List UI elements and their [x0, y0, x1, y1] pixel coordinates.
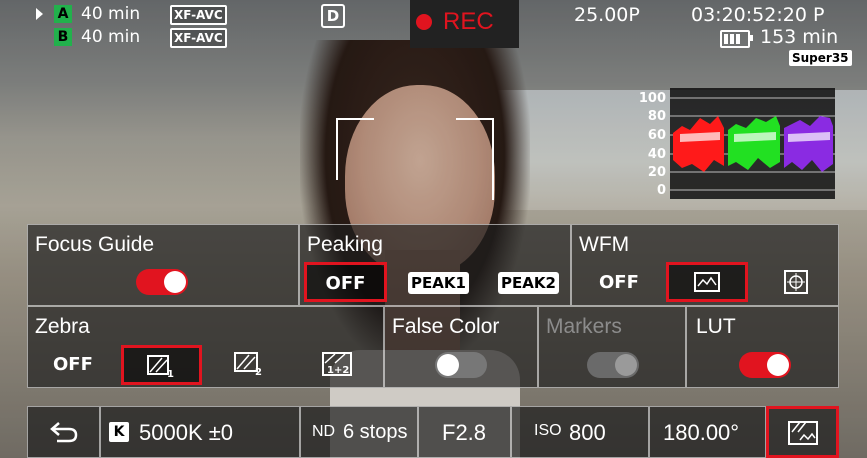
wfm-title: WFM	[579, 233, 630, 256]
slot-a-remaining: 40 min	[81, 4, 141, 24]
slot-b-format: XF-AVC	[170, 28, 227, 48]
lut-toggle[interactable]	[739, 352, 791, 378]
wfm-waveform-option[interactable]	[666, 262, 748, 302]
assist-display-button[interactable]	[766, 406, 839, 458]
wfm-red-trace	[673, 116, 724, 172]
peaking-panel: Peaking OFF PEAK1 PEAK2	[299, 224, 571, 306]
focus-guide-panel[interactable]: Focus Guide	[27, 224, 299, 306]
shutter-value: 180.00°	[663, 420, 740, 445]
wfm-panel: WFM OFF	[571, 224, 839, 306]
wfm-tick-80: 80	[647, 109, 666, 124]
white-balance-button[interactable]: K 5000K ±0	[100, 406, 300, 458]
lut-title: LUT	[696, 315, 736, 338]
zebra-title: Zebra	[35, 315, 90, 338]
slot-b-badge: B	[54, 28, 72, 46]
markers-title: Markers	[546, 315, 622, 338]
iso-label: ISO	[534, 422, 562, 439]
markers-panel: Markers	[538, 306, 686, 388]
slot-a-format: XF-AVC	[170, 5, 227, 25]
peaking-off-label: OFF	[325, 273, 366, 294]
false-color-panel[interactable]: False Color	[384, 306, 538, 388]
peaking-title: Peaking	[307, 233, 383, 256]
wfm-tick-100: 100	[638, 91, 666, 106]
rec-label: REC	[443, 8, 494, 35]
battery-remaining: 153 min	[760, 26, 839, 48]
nd-label: ND	[312, 423, 336, 440]
svg-text:2: 2	[255, 367, 262, 377]
zebra-1-icon: 1	[147, 355, 174, 378]
lut-panel[interactable]: LUT	[686, 306, 839, 388]
zebra-1plus2-icon[interactable]: 1+2	[321, 351, 355, 379]
nd-filter-button[interactable]: ND 6 stops	[300, 406, 418, 458]
waveform-graph	[670, 97, 835, 191]
zebra-1-option[interactable]: 1	[121, 345, 202, 385]
zebra-2-icon[interactable]: 2	[233, 351, 267, 377]
face-detect-bracket-left	[336, 118, 374, 180]
kelvin-badge: K	[109, 422, 129, 442]
wfm-off-option[interactable]: OFF	[599, 272, 639, 293]
timecode: 03:20:52:20 P	[691, 4, 825, 26]
wfm-tick-40: 40	[647, 147, 666, 162]
shutter-button[interactable]: 180.00°	[649, 406, 766, 458]
zebra-off-option[interactable]: OFF	[53, 354, 93, 375]
waveform-monitor	[670, 88, 835, 199]
nd-value: 6 stops	[343, 421, 408, 443]
zebra-panel: Zebra OFF 1 2 1+2	[27, 306, 384, 388]
aperture-button[interactable]: F2.8	[418, 406, 511, 458]
drive-mode-icon: D	[321, 4, 345, 28]
battery-icon	[720, 30, 753, 48]
back-button[interactable]	[27, 406, 100, 458]
wfm-tick-20: 20	[647, 165, 666, 180]
slot-selected-arrow-icon	[36, 8, 43, 20]
aperture-value: F2.8	[442, 420, 487, 445]
peaking-peak1-option[interactable]: PEAK1	[408, 272, 469, 294]
wfm-tick-60: 60	[647, 128, 666, 143]
markers-toggle	[587, 352, 639, 378]
peaking-peak2-option[interactable]: PEAK2	[498, 272, 559, 294]
slot-b-remaining: 40 min	[81, 27, 141, 47]
iso-button[interactable]: ISO 800	[511, 406, 649, 458]
svg-text:1+2: 1+2	[327, 365, 349, 376]
false-color-toggle[interactable]	[435, 352, 487, 378]
slot-a-badge: A	[54, 5, 72, 23]
iso-value: 800	[569, 420, 606, 445]
waveform-icon	[694, 272, 720, 292]
wfm-tick-0: 0	[656, 183, 666, 198]
face-detect-bracket-right	[456, 118, 494, 200]
frame-rate: 25.00P	[574, 4, 640, 26]
assist-display-icon	[788, 421, 818, 445]
vectorscope-icon[interactable]	[784, 270, 808, 294]
back-arrow-icon	[50, 422, 78, 443]
wfm-green-trace	[728, 116, 780, 170]
false-color-title: False Color	[392, 315, 500, 338]
focus-guide-title: Focus Guide	[35, 233, 155, 256]
rec-dot-icon	[416, 14, 432, 30]
svg-text:1: 1	[167, 369, 174, 378]
wfm-blue-trace	[784, 116, 833, 172]
focus-guide-toggle[interactable]	[136, 269, 188, 295]
peaking-off-option[interactable]: OFF	[304, 262, 387, 302]
sensor-mode-badge: Super35	[789, 50, 852, 66]
white-balance-value: 5000K ±0	[139, 420, 234, 445]
